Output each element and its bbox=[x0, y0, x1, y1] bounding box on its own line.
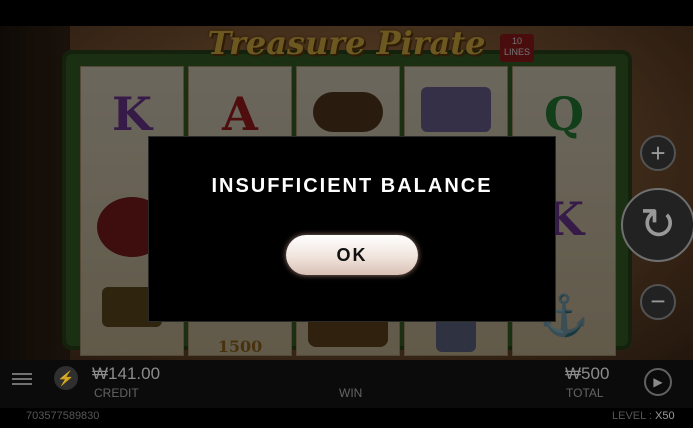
insufficient-balance-dialog: INSUFFICIENT BALANCE OK bbox=[148, 136, 556, 322]
game-screen: K A 1500 Q K ⚓ Treasure Pirate 10 LINES … bbox=[0, 0, 693, 428]
dialog-message: INSUFFICIENT BALANCE bbox=[211, 175, 493, 197]
ok-button[interactable]: OK bbox=[286, 235, 418, 275]
